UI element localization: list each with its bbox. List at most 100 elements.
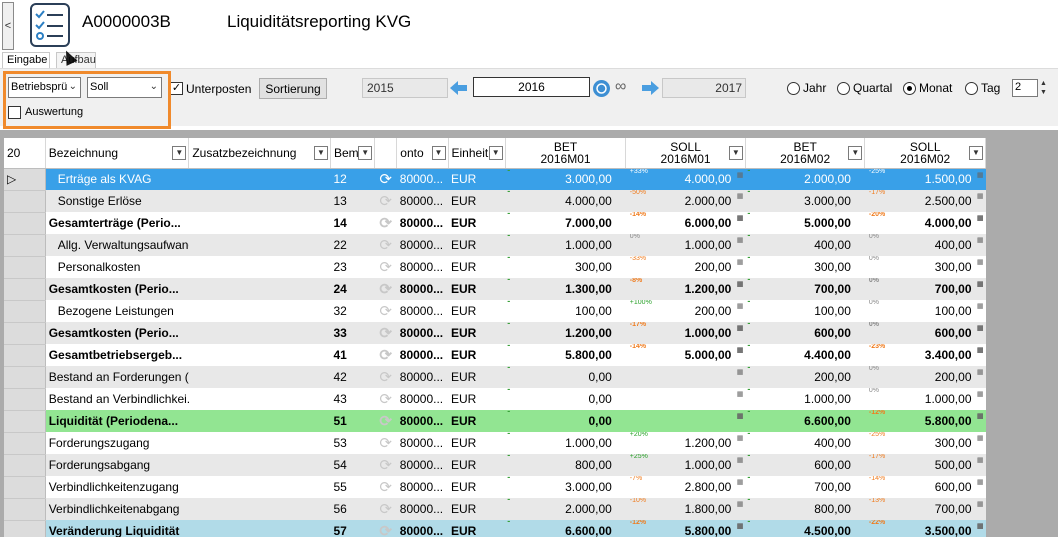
cell-bezeichnung[interactable]: Sonstige Erlöse [45,190,189,212]
cell-zusatz[interactable] [188,344,331,366]
cell-bet-m01[interactable]: - 1.000,00 [505,234,626,256]
cell-konto[interactable]: 80000... [396,256,448,278]
unterposten-checkbox[interactable]: ✓ [170,82,183,95]
cell-konto[interactable]: 80000... [396,366,448,388]
cell-bet-m02[interactable]: - 6.600,00 [745,410,865,432]
cell-einheit[interactable]: EUR [448,322,506,344]
cell-zusatz[interactable] [188,454,331,476]
refresh-icon[interactable]: ⟳ [374,410,397,432]
cell-bet-m02[interactable]: - 5.000,00 [745,212,865,234]
cell-soll-m02[interactable]: 0% 400,00 ▦ [864,234,986,256]
cell-konto[interactable]: 80000... [396,234,448,256]
refresh-icon[interactable]: ⟳ [374,168,397,190]
cell-soll-m01[interactable]: +25% 1.000,00 ▦ [625,454,746,476]
cell-bet-m01[interactable]: - 0,00 [505,366,626,388]
refresh-icon[interactable]: ⟳ [374,344,397,366]
row-selector[interactable] [4,410,46,433]
cell-zusatz[interactable] [188,278,331,300]
cell-zusatz[interactable] [188,256,331,278]
cell-soll-m01[interactable]: -10% 1.800,00 ▦ [625,498,746,520]
cell-bet-m01[interactable]: - 0,00 [505,388,626,410]
filter-dropdown-icon[interactable]: ▼ [488,146,503,160]
cell-konto[interactable]: 80000... [396,168,448,190]
cell-bezeichnung[interactable]: Forderungsabgang [45,454,189,476]
filter-dropdown-icon[interactable]: ▼ [848,146,863,160]
cell-soll-m01[interactable]: ▦ [625,388,746,410]
refresh-icon[interactable]: ⟳ [374,278,397,300]
row-selector[interactable] [4,344,46,367]
arrow-left-icon[interactable] [450,80,468,96]
cell-bem[interactable]: 42 [330,366,375,388]
cell-zusatz[interactable] [188,212,331,234]
cell-bet-m01[interactable]: - 1.000,00 [505,432,626,454]
cell-bezeichnung[interactable]: Gesamterträge (Perio... [45,212,189,234]
radio-monat[interactable] [903,82,916,95]
refresh-icon[interactable]: ⟳ [374,190,397,212]
refresh-icon[interactable]: ⟳ [374,432,397,454]
cell-bet-m02[interactable]: - 3.000,00 [745,190,865,212]
cell-konto[interactable]: 80000... [396,476,448,498]
cell-soll-m02[interactable]: -17% 2.500,00 ▦ [864,190,986,212]
table-row[interactable]: Sonstige Erlöse 13 ⟳ 80000... EUR - 4.000,00 -5… [4,190,986,213]
cell-soll-m01[interactable]: -12% 5.800,00 ▦ [625,520,746,537]
cell-zusatz[interactable] [188,168,331,190]
cell-bezeichnung[interactable]: Gesamtkosten (Perio... [45,278,189,300]
table-row[interactable]: Gesamtbetriebsergeb... 41 ⟳ 80000... EUR - 5.8… [4,344,986,367]
cell-zusatz[interactable] [188,190,331,212]
cell-bet-m02[interactable]: - 2.000,00 [745,168,865,190]
cell-soll-m02[interactable]: -22% 3.500,00 ▦ [864,520,986,537]
refresh-icon[interactable]: ⟳ [374,366,397,388]
cell-bem[interactable]: 13 [330,190,375,212]
refresh-circle-icon[interactable] [593,80,610,97]
table-row[interactable]: ▷ Erträge als KVAG 12 ⟳ 80000... EUR - 3.000,00… [4,168,986,191]
col-zusatz[interactable]: Zusatzbezeichnung ▼ [188,138,331,169]
table-row[interactable]: Gesamterträge (Perio... 14 ⟳ 80000... EUR - 7.… [4,212,986,235]
cell-bem[interactable]: 41 [330,344,375,366]
filter-dropdown-icon[interactable]: ▼ [728,146,743,160]
cell-bet-m02[interactable]: - 800,00 [745,498,865,520]
prev-year-field[interactable]: 2015 [362,78,448,98]
cell-zusatz[interactable] [188,300,331,322]
cell-bet-m01[interactable]: - 1.300,00 [505,278,626,300]
row-selector[interactable] [4,388,46,411]
cell-soll-m02[interactable]: 0% 300,00 ▦ [864,256,986,278]
table-row[interactable]: Bestand an Forderungen (... 42 ⟳ 80000... EU… [4,366,986,389]
refresh-icon[interactable]: ⟳ [374,454,397,476]
cell-einheit[interactable]: EUR [448,454,506,476]
cell-soll-m01[interactable]: -14% 6.000,00 ▦ [625,212,746,234]
filter-dropdown-icon[interactable]: ▼ [358,146,373,160]
cell-bet-m01[interactable]: - 0,00 [505,410,626,432]
cell-bet-m02[interactable]: - 200,00 [745,366,865,388]
cell-bet-m01[interactable]: - 100,00 [505,300,626,322]
table-row[interactable]: Veränderung Liquidität 57 ⟳ 80000... EUR - 6.6… [4,520,986,537]
table-row[interactable]: Personalkosten 23 ⟳ 80000... EUR - 300,00 -33% 2… [4,256,986,279]
cell-bet-m02[interactable]: - 600,00 [745,322,865,344]
cell-einheit[interactable]: EUR [448,498,506,520]
cell-soll-m02[interactable]: -14% 600,00 ▦ [864,476,986,498]
table-row[interactable]: Bezogene Leistungen 32 ⟳ 80000... EUR - 100,00… [4,300,986,323]
cell-bezeichnung[interactable]: Veränderung Liquidität [45,520,189,537]
cell-bet-m02[interactable]: - 400,00 [745,234,865,256]
cell-soll-m01[interactable]: -14% 5.000,00 ▦ [625,344,746,366]
cell-soll-m01[interactable]: -7% 2.800,00 ▦ [625,476,746,498]
refresh-icon[interactable]: ⟳ [374,212,397,234]
cell-soll-m02[interactable]: 0% 100,00 ▦ [864,300,986,322]
col-bet-2016m02[interactable]: BET 2016M02 ▼ [745,138,866,169]
table-row[interactable]: Gesamtkosten (Perio... 24 ⟳ 80000... EUR - 1.3… [4,278,986,301]
row-selector[interactable] [4,454,46,477]
cell-einheit[interactable]: EUR [448,432,506,454]
cell-einheit[interactable]: EUR [448,212,506,234]
refresh-icon[interactable]: ⟳ [374,520,397,537]
row-selector[interactable] [4,190,46,213]
cell-bet-m02[interactable]: - 4.400,00 [745,344,865,366]
cell-soll-m01[interactable]: ▦ [625,410,746,432]
cell-einheit[interactable]: EUR [448,366,506,388]
cell-soll-m02[interactable]: 0% 700,00 ▦ [864,278,986,300]
table-row[interactable]: Forderungsabgang 54 ⟳ 80000... EUR - 800,00 +25… [4,454,986,477]
cell-zusatz[interactable] [188,432,331,454]
cell-zusatz[interactable] [188,520,331,537]
cell-zusatz[interactable] [188,322,331,344]
cell-einheit[interactable]: EUR [448,300,506,322]
cell-bem[interactable]: 32 [330,300,375,322]
cell-bezeichnung[interactable]: Allg. Verwaltungsaufwand [45,234,189,256]
